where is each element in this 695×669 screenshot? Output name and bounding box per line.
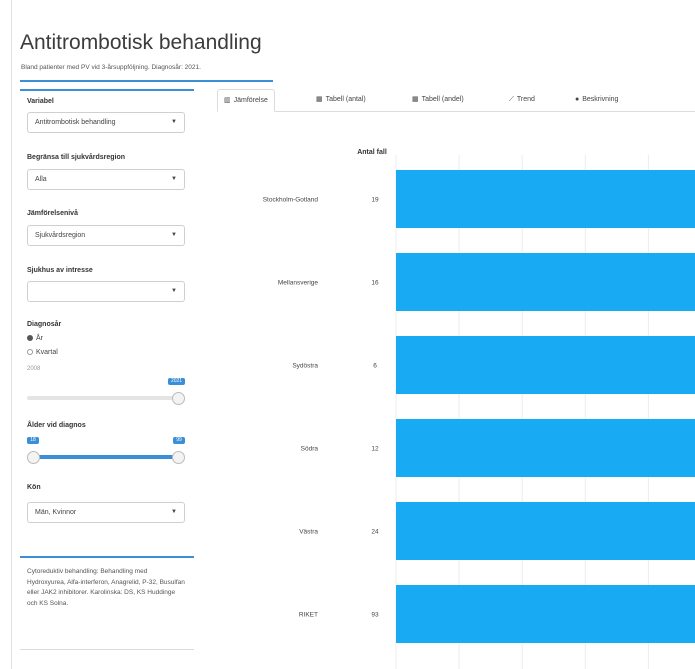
radio-kvartal-label: Kvartal: [36, 349, 58, 356]
info-icon: ●: [575, 96, 580, 103]
category-label: Västra: [299, 529, 318, 536]
radio-empty-icon: [27, 349, 33, 356]
radio-ar[interactable]: År: [27, 335, 43, 342]
kon-select-value: Män, Kvinnor: [35, 509, 77, 516]
title-underline: [20, 80, 273, 82]
tab-tabell-antal[interactable]: ▦ Tabell (antal): [316, 89, 366, 111]
region-select-value: Alla: [35, 176, 47, 183]
alder-slider-max-value: 99: [173, 437, 185, 444]
variabel-select[interactable]: Antitrombotisk behandling ▼: [27, 112, 185, 133]
chevron-down-icon: ▼: [171, 288, 177, 294]
alder-slider-range[interactable]: [32, 455, 180, 459]
category-label: Södra: [301, 446, 319, 453]
chevron-down-icon: ▼: [171, 509, 177, 515]
tab-beskrivning-label: Beskrivning: [582, 96, 619, 103]
count-label: 93: [371, 612, 379, 619]
radio-ar-label: År: [36, 335, 43, 342]
alder-label: Ålder vid diagnos: [27, 422, 86, 429]
stacked-bar-chart: Antal fall Stockholm-Gotland 19 Mellansveri…: [263, 149, 695, 669]
jamforelse-select-value: Sjukvårdsregion: [35, 232, 86, 239]
sjukhus-select[interactable]: ▼: [27, 281, 185, 302]
count-header: Antal fall: [357, 149, 387, 156]
tab-bar: ▥ Jämförelse ▦ Tabell (antal) ▦ Tabell (and…: [217, 89, 695, 112]
category-label: RIKET: [299, 612, 318, 619]
bar-segment: [396, 419, 695, 477]
category-label: Mellansverige: [278, 280, 318, 287]
jamforelse-select[interactable]: Sjukvårdsregion ▼: [27, 225, 185, 246]
year-slider-track[interactable]: [27, 396, 185, 400]
year-slider-min: 2008: [27, 366, 41, 372]
bar-segment: [396, 585, 695, 643]
chevron-down-icon: ▼: [171, 176, 177, 182]
year-slider-handle[interactable]: [172, 392, 185, 405]
bar-segment: [396, 170, 695, 228]
region-select[interactable]: Alla ▼: [27, 169, 185, 190]
alder-slider-max-handle[interactable]: [172, 451, 185, 464]
alder-slider-min-value: 18: [27, 437, 39, 444]
info-divider: [20, 556, 194, 558]
sjukhus-label: Sjukhus av intresse: [27, 267, 93, 274]
count-label: 19: [371, 197, 379, 204]
region-label: Begränsa till sjukvårdsregion: [27, 154, 126, 161]
year-slider-value: 2021: [168, 378, 185, 385]
variabel-label: Variabel: [27, 98, 54, 105]
count-label: 24: [371, 529, 379, 536]
tab-jamforelse-label: Jämförelse: [233, 97, 268, 104]
table-icon: ▦: [412, 96, 419, 103]
chevron-down-icon: ▼: [171, 232, 177, 238]
info-text: Cytoreduktiv behandling: Behandling med …: [27, 568, 185, 607]
bar-segment: [396, 336, 695, 394]
bar-segment: [396, 502, 695, 560]
chevron-down-icon: ▼: [171, 119, 177, 125]
radio-selected-icon: [27, 335, 33, 342]
count-label: 6: [373, 363, 377, 370]
category-label: Stockholm-Gotland: [263, 197, 319, 204]
count-label: 12: [371, 446, 379, 453]
table-icon: ▦: [316, 96, 323, 103]
count-label: 16: [371, 280, 379, 287]
bar-chart-icon: ▥: [224, 97, 231, 104]
alder-slider-min-handle[interactable]: [27, 451, 40, 464]
tab-tabell-antal-label: Tabell (antal): [325, 96, 366, 103]
jamforelse-label: Jämförelsenivå: [27, 210, 78, 217]
page-subtitle: Bland patienter med PV vid 3-årsuppföljn…: [21, 64, 201, 71]
variabel-select-value: Antitrombotisk behandling: [35, 119, 116, 126]
info-bottom-divider: [20, 649, 194, 650]
left-edge-line: [11, 0, 12, 669]
tab-tabell-andel[interactable]: ▦ Tabell (andel): [412, 89, 464, 111]
radio-kvartal[interactable]: Kvartal: [27, 349, 58, 356]
tab-beskrivning[interactable]: ● Beskrivning: [575, 89, 618, 111]
bar-segment: [396, 253, 695, 311]
tab-trend-label: Trend: [516, 96, 535, 103]
line-chart-icon: ⟋: [509, 96, 514, 103]
kon-label: Kön: [27, 484, 41, 491]
kon-select[interactable]: Män, Kvinnor ▼: [27, 502, 185, 523]
tab-jamforelse[interactable]: ▥ Jämförelse: [217, 89, 275, 112]
tab-tabell-andel-label: Tabell (andel): [421, 96, 464, 103]
diagnosar-label: Diagnosår: [27, 321, 62, 328]
page-title: Antitrombotisk behandling: [20, 31, 262, 54]
category-label: Sydöstra: [292, 363, 318, 370]
sidebar-panel: Variabel Antitrombotisk behandling ▼ Beg…: [20, 89, 194, 543]
tab-trend[interactable]: ⟋ Trend: [509, 89, 535, 111]
